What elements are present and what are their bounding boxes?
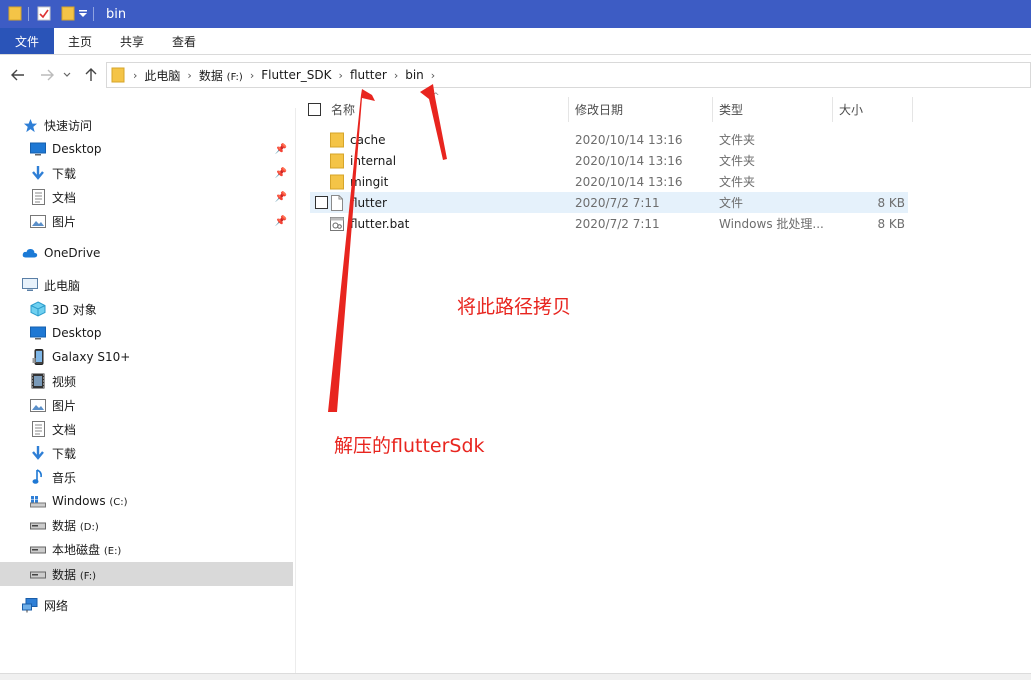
annotation-arrow-flutter (328, 89, 375, 412)
annotation-arrow-bin (420, 84, 447, 160)
status-bar (0, 673, 1031, 680)
annotation-unzipped-sdk: 解压的flutterSdk (334, 435, 485, 457)
annotation-copy-path: 将此路径拷贝 (457, 296, 572, 318)
annotation-arrows (328, 84, 447, 412)
